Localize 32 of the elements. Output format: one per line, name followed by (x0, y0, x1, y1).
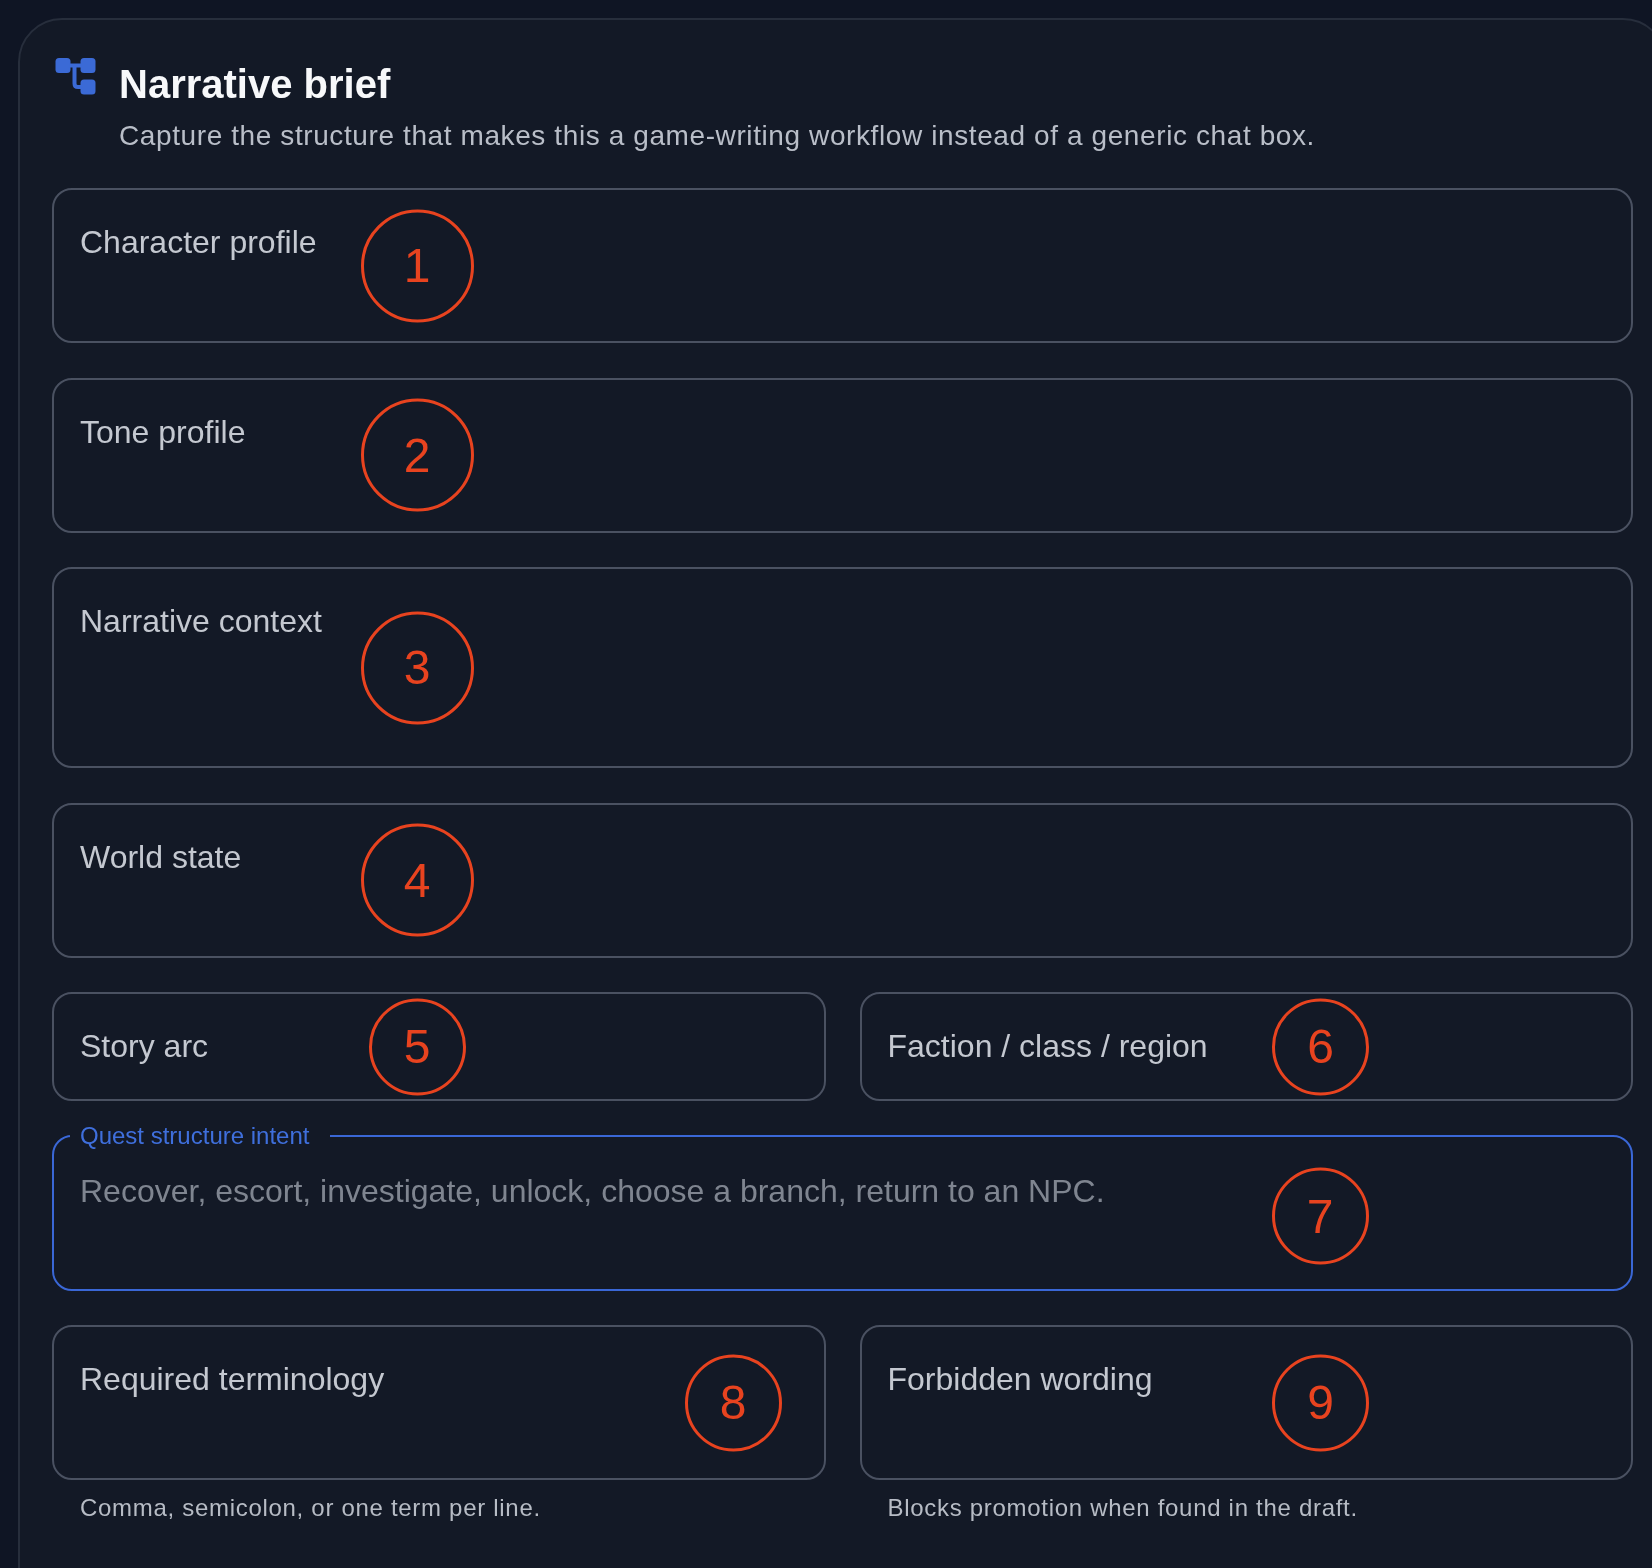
field-label: Character profile (80, 224, 317, 261)
panel-title: Narrative brief (119, 61, 391, 107)
text-area-field[interactable]: World state 4 (52, 802, 1633, 958)
text-area-field[interactable]: Required terminology 8 (52, 1325, 826, 1480)
text-input-field[interactable]: Faction / class / region 6 (859, 992, 1633, 1101)
field-label: Story arc (80, 1028, 209, 1065)
callout-number: 5 (368, 998, 466, 1095)
placeholder-text: Recover, escort, investigate, unlock, choose a branch, return to an NPC. (80, 1172, 1105, 1210)
callout-number: 4 (360, 823, 474, 937)
field-label: Forbidden wording (887, 1361, 1153, 1398)
field-label: Narrative context (80, 603, 322, 640)
field-label: Faction / class / region (887, 1028, 1208, 1065)
text-input-field[interactable]: Story arc 5 (52, 992, 826, 1101)
field-hint: Blocks promotion when found in the draft. (886, 1494, 1359, 1522)
callout-number: 2 (360, 398, 474, 512)
field-label: Tone profile (80, 413, 246, 451)
text-area-field[interactable]: Character profile 1 (52, 188, 1633, 343)
callout-number: 7 (1271, 1167, 1369, 1265)
callout-number: 6 (1272, 998, 1369, 1095)
field-hint: Comma, semicolon, or one term per line. (79, 1494, 542, 1522)
panel-description: Capture the structure that makes this a game-writing workflow instead of a generic chat box. (119, 120, 1315, 152)
callout-number: 9 (1272, 1354, 1369, 1451)
hierarchy-icon (55, 58, 96, 95)
callout-number: 1 (360, 209, 474, 322)
field-label: World state (80, 838, 242, 876)
field-label: Required terminology (80, 1361, 385, 1398)
text-area-field[interactable]: Forbidden wording 9 (859, 1325, 1633, 1480)
text-area-field[interactable]: Narrative context 3 (52, 567, 1633, 768)
callout-number: 8 (684, 1354, 782, 1451)
text-area-field[interactable]: Tone profile 2 (52, 377, 1633, 533)
callout-number: 3 (360, 611, 474, 724)
field-label: Quest structure intent (79, 1121, 311, 1150)
